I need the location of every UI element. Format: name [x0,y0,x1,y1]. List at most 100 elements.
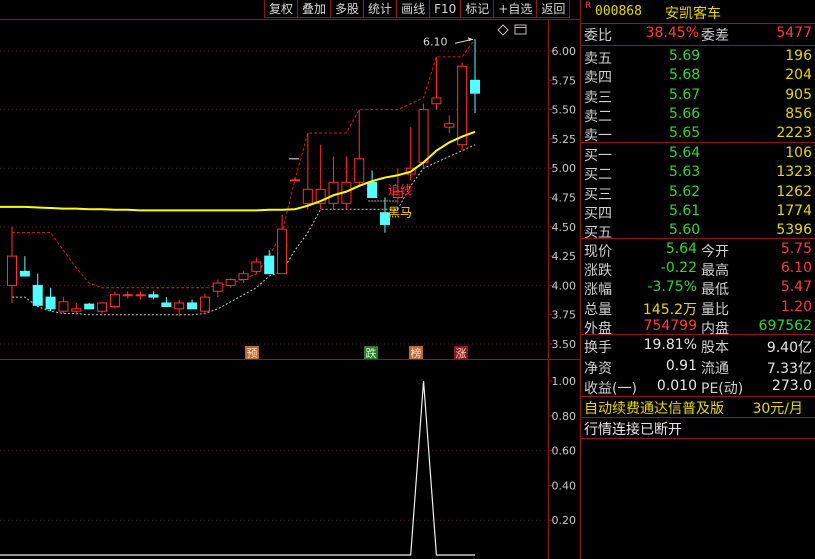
weidiff-value: 5477 [776,25,812,41]
candle[interactable] [470,39,480,114]
kline-chart[interactable]: 6.10 追线黑马预 跌 榜 涨 6.00 5.75 5.50 5.25 5.00 4.75 4.5… [0,0,580,559]
quote-value: 6.10 [780,260,812,277]
price-tick-label: 4.50 [552,221,577,234]
price-tick-label: 5.25 [552,133,577,146]
stock-name: 安凯客车 [665,6,721,22]
buy-price: 5.62 [669,183,701,200]
promo-price[interactable]: 30元/月 [752,398,803,418]
candle[interactable] [174,299,185,316]
stat-label: 流通 [701,360,729,377]
sell-price: 5.65 [669,125,701,142]
stock-code: 000868 [595,4,642,19]
candle[interactable] [251,257,262,274]
indicator-tick-label: 0.20 [552,514,577,527]
buy-volume: 1323 [776,164,812,181]
quote-value: 1.20 [780,298,812,315]
stat-label: 股本 [701,340,729,356]
price-tick-label: 4.75 [552,192,577,205]
max-price-label: 6.10 [423,35,448,48]
candle[interactable] [58,297,69,314]
candle[interactable] [444,115,455,134]
indicator-panel: 1.00 0.80 0.60 0.40 0.20 [0,375,577,556]
sell-volume: 905 [785,86,812,103]
candle[interactable] [97,301,108,314]
upper-band-line [12,38,476,289]
price-tick-label: 6.00 [552,45,577,58]
candle[interactable] [71,302,82,315]
sell-price: 5.66 [669,105,701,122]
candle[interactable] [199,293,210,315]
sell-price: 5.68 [669,67,701,84]
promo-text[interactable]: 自动续费通达信普及版 [584,398,724,418]
toolbar-btn-3[interactable]: 统计 [363,0,398,18]
stat-value: 273.0 [771,378,812,394]
candle[interactable] [45,287,56,312]
candle[interactable] [7,226,17,303]
chart-icons[interactable] [497,24,527,36]
stat-label: PE(动) [701,381,744,397]
candle[interactable] [354,109,365,186]
candle[interactable] [277,215,288,275]
buy-price: 5.64 [669,145,701,161]
price-tick-label: 3.50 [552,338,577,351]
quote-value: 5.47 [780,279,812,296]
chart-labels: 6.10 追线黑马预 跌 榜 涨 [245,35,474,360]
price-tick-label: 5.00 [552,162,577,175]
candle[interactable] [289,177,300,182]
status-row: 行情连接已断开 [581,417,815,440]
candle[interactable] [84,302,95,310]
price-tick-label: 4.25 [552,250,577,263]
candlesticks[interactable] [7,39,480,316]
quote-value: 5.64 [665,241,697,257]
candle[interactable] [122,291,133,299]
stock-header: R 000868 安凯客车 [581,1,815,24]
quote-value: 697562 [758,317,812,334]
candle[interactable] [367,170,378,199]
toolbar-btn-0[interactable]: 复权 [264,0,299,18]
candle[interactable] [148,291,159,300]
promo-row[interactable]: 自动续费通达信普及版 30元/月 [581,396,815,419]
candle[interactable] [431,56,442,110]
price-tick-label: 4.00 [552,279,577,292]
candle[interactable] [161,297,172,307]
toolbar-btn-4[interactable]: 画线 [396,0,431,18]
svg-text:榜: 榜 [411,346,422,360]
window-icon[interactable] [514,24,527,35]
candle[interactable] [212,279,223,298]
toolbar-btn-7[interactable]: +自选 [493,0,538,18]
candle[interactable] [341,156,352,210]
buy-price: 5.60 [669,222,701,239]
candle[interactable] [225,278,236,288]
signal-badge: 预 [245,346,259,360]
candle[interactable] [135,291,146,300]
candle[interactable] [238,271,249,284]
toolbar-btn-5[interactable]: F10 [429,0,462,18]
chart-toolbar: 复权 叠加 多股 统计 画线 F10 标记 +自选 返回 [264,0,580,19]
indicator-tick-label: 1.00 [552,375,577,388]
indicator-line [0,380,475,556]
toolbar-btn-2[interactable]: 多股 [330,0,365,18]
svg-text:预: 预 [247,347,258,360]
toolbar-btn-6[interactable]: 标记 [460,0,495,18]
stat-value: 19.81% [643,337,697,353]
svg-text:跌: 跌 [366,346,377,360]
candle[interactable] [32,273,43,306]
stat-value: 0.91 [665,357,697,374]
indicator-tick-label: 0.40 [552,479,577,492]
price-tick-label: 5.75 [552,74,577,87]
toolbar-btn-8[interactable]: 返回 [536,0,571,18]
sell-volume: 2223 [776,125,812,142]
signal-badge: 跌 [364,346,378,360]
candle[interactable] [264,250,275,275]
candle[interactable] [109,291,120,309]
diamond-icon[interactable] [497,24,509,36]
candle[interactable] [328,156,339,210]
candle[interactable] [19,256,30,277]
price-tick-label: 3.75 [552,309,577,322]
stat-value: 7.33亿 [766,360,812,377]
buy-volume: 106 [785,145,812,161]
candle[interactable] [187,299,198,310]
connection-status: 行情连接已断开 [584,422,682,438]
indicator-tick-label: 0.60 [552,445,577,458]
toolbar-btn-1[interactable]: 叠加 [297,0,332,18]
